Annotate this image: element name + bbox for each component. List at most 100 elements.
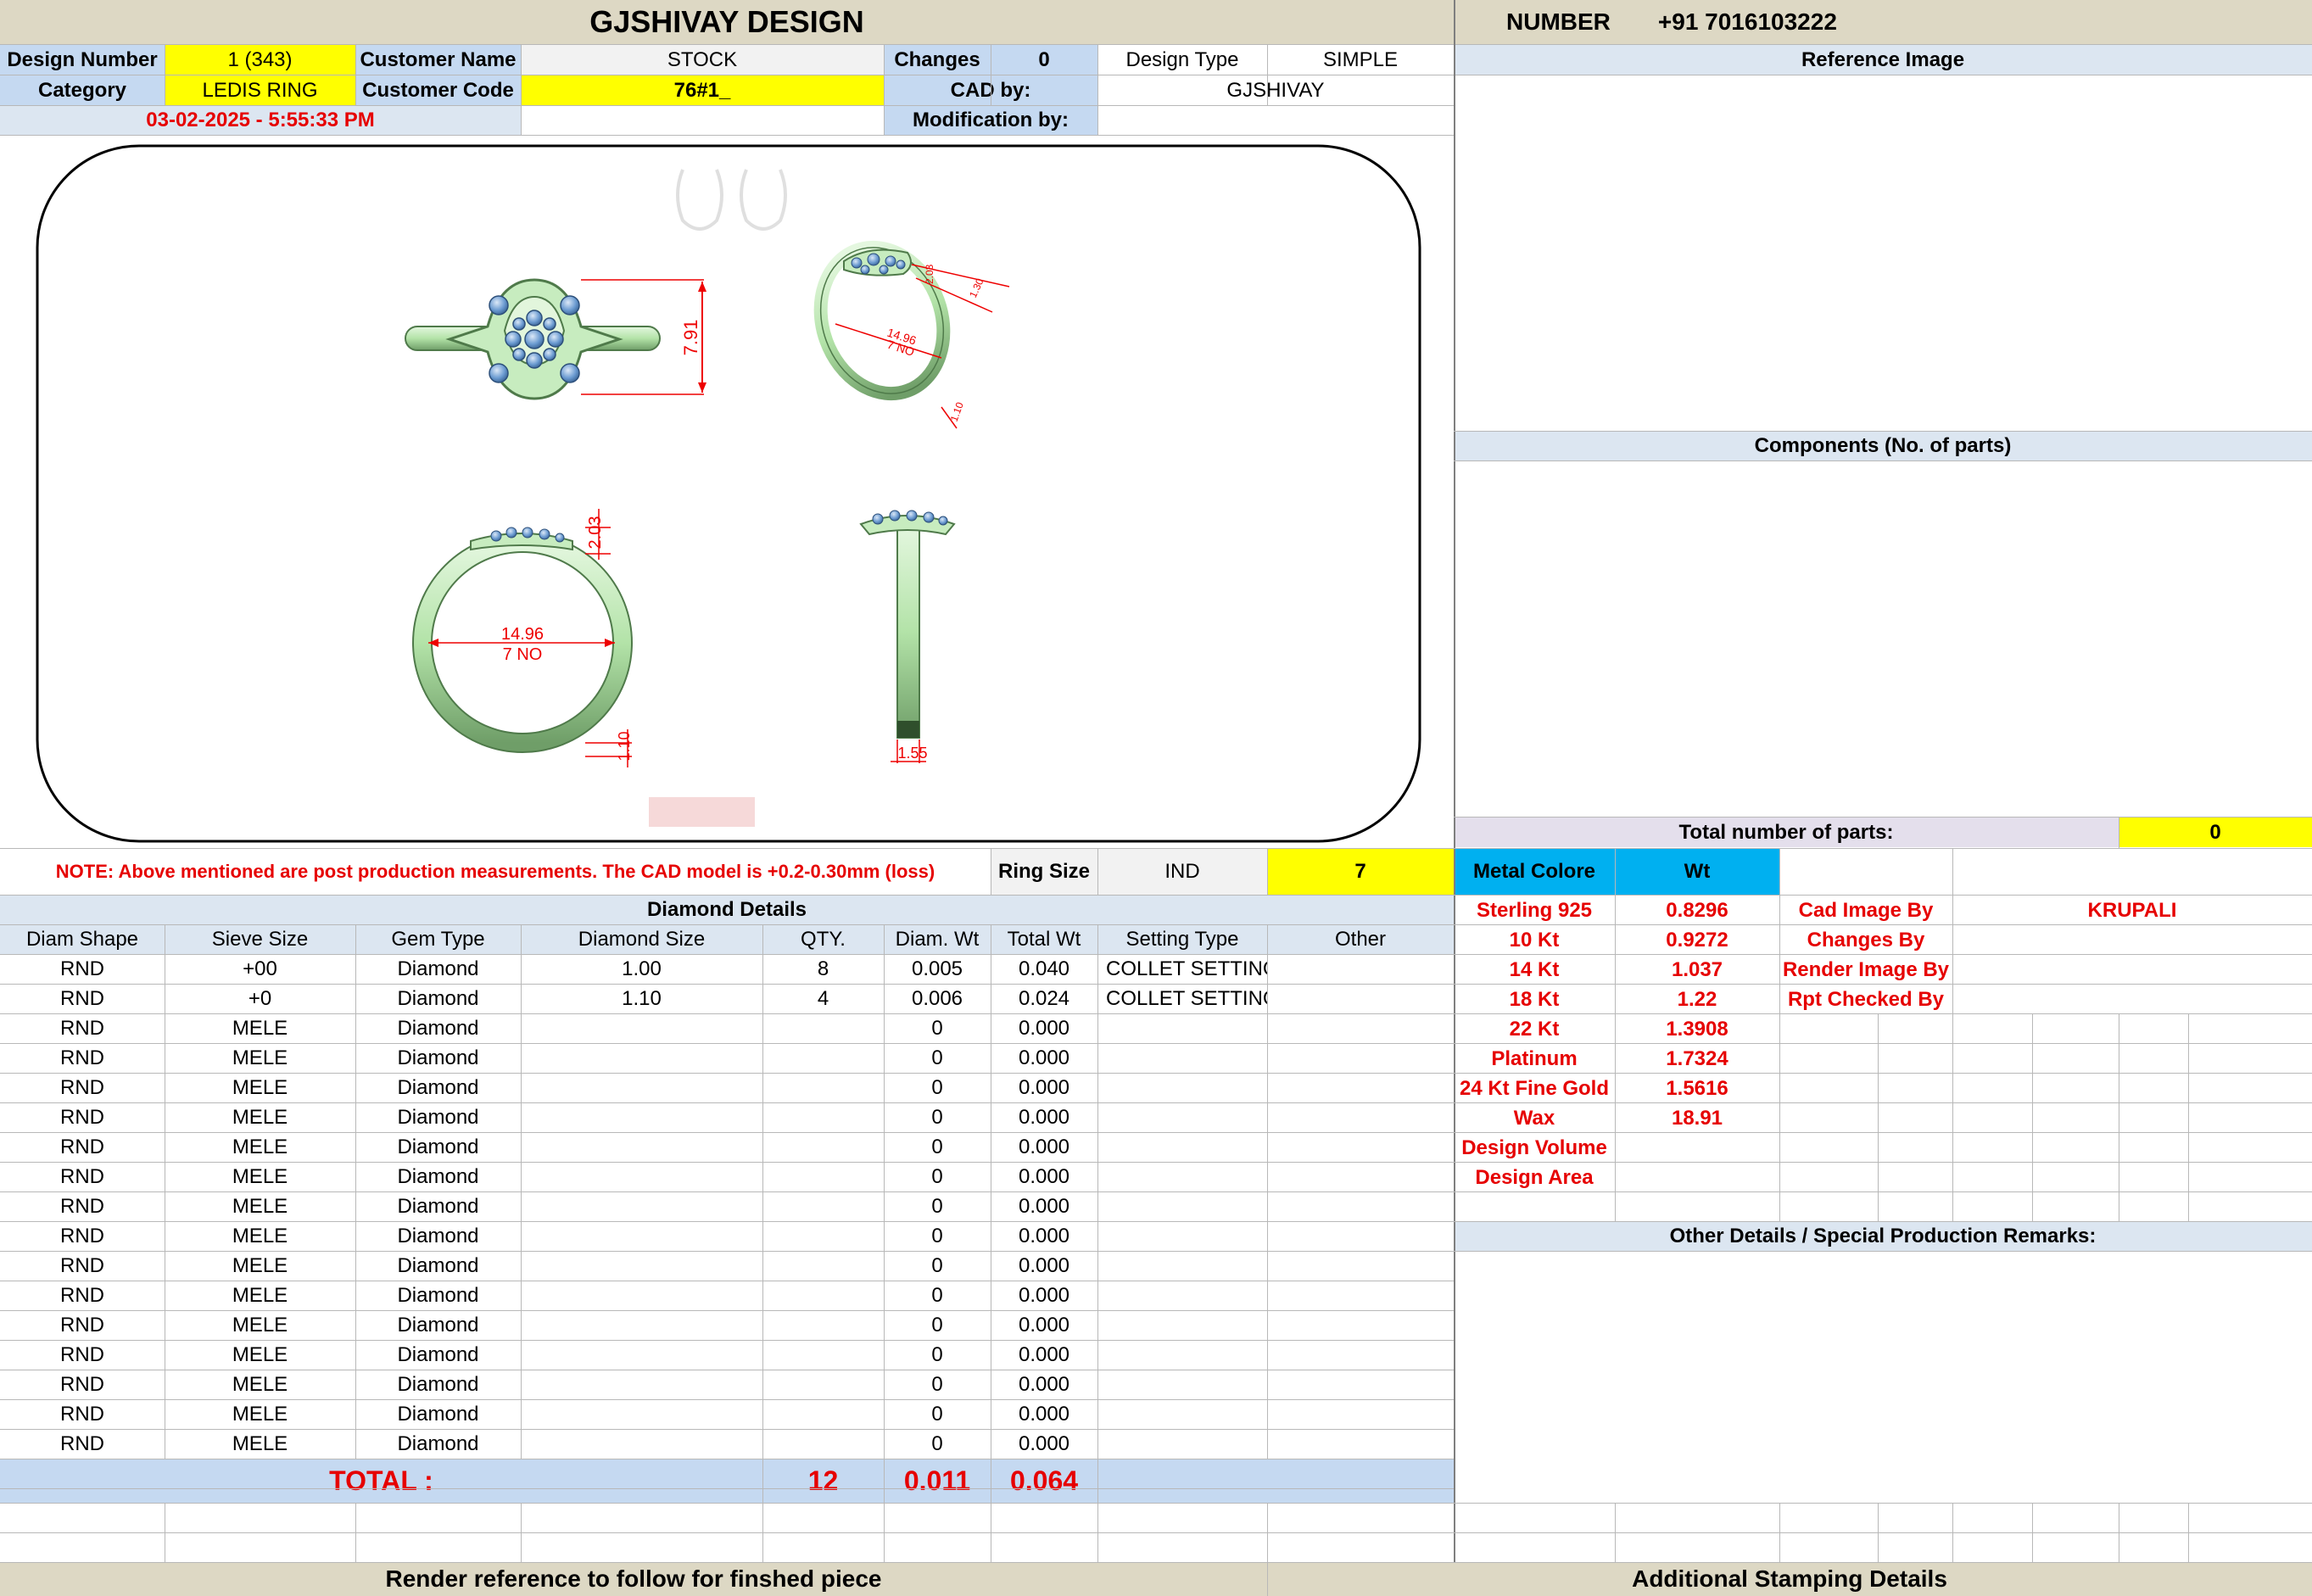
credit-value[interactable] bbox=[1952, 925, 2312, 955]
metal-weight[interactable]: 1.037 bbox=[1615, 955, 1779, 985]
metal-weight[interactable]: 18.91 bbox=[1615, 1103, 1779, 1133]
metal-weight[interactable]: 1.22 bbox=[1615, 985, 1779, 1014]
diamond-cell-diamond-size[interactable]: 1.00 bbox=[521, 954, 762, 984]
diamond-cell-other[interactable] bbox=[1267, 1340, 1454, 1370]
diamond-cell-sieve-size[interactable]: MELE bbox=[165, 1162, 355, 1191]
diamond-cell-setting-type[interactable] bbox=[1097, 1370, 1267, 1399]
diamond-cell-qty[interactable] bbox=[762, 1429, 884, 1459]
diamond-cell-sieve-size[interactable]: MELE bbox=[165, 1013, 355, 1043]
diamond-cell-gem-type[interactable]: Diamond bbox=[355, 1132, 521, 1162]
diamond-cell-diamond-size[interactable] bbox=[521, 1043, 762, 1073]
diamond-cell-qty[interactable] bbox=[762, 1013, 884, 1043]
diamond-cell-gem-type[interactable]: Diamond bbox=[355, 1310, 521, 1340]
diamond-cell-total-wt[interactable]: 0.000 bbox=[991, 1399, 1097, 1429]
modification-by-value[interactable] bbox=[1097, 106, 1454, 135]
diamond-cell-gem-type[interactable]: Diamond bbox=[355, 1013, 521, 1043]
diamond-cell-diam-shape[interactable]: RND bbox=[0, 1429, 165, 1459]
diamond-cell-diam-shape[interactable]: RND bbox=[0, 984, 165, 1013]
diamond-cell-gem-type[interactable]: Diamond bbox=[355, 1281, 521, 1310]
diamond-cell-sieve-size[interactable]: MELE bbox=[165, 1429, 355, 1459]
diamond-cell-qty[interactable] bbox=[762, 1043, 884, 1073]
diamond-cell-sieve-size[interactable]: MELE bbox=[165, 1132, 355, 1162]
diamond-cell-setting-type[interactable] bbox=[1097, 1340, 1267, 1370]
diamond-cell-gem-type[interactable]: Diamond bbox=[355, 1340, 521, 1370]
diamond-cell-other[interactable] bbox=[1267, 1043, 1454, 1073]
diamond-cell-sieve-size[interactable]: +00 bbox=[165, 954, 355, 984]
diamond-cell-diam-wt[interactable]: 0 bbox=[884, 1073, 991, 1102]
credit-value[interactable] bbox=[1952, 985, 2312, 1014]
category-value[interactable]: LEDIS RING bbox=[165, 75, 355, 105]
metal-weight[interactable] bbox=[1615, 1163, 1779, 1192]
diamond-cell-other[interactable] bbox=[1267, 954, 1454, 984]
metal-weight[interactable]: 0.9272 bbox=[1615, 925, 1779, 955]
diamond-cell-total-wt[interactable]: 0.000 bbox=[991, 1073, 1097, 1102]
diamond-cell-gem-type[interactable]: Diamond bbox=[355, 1370, 521, 1399]
diamond-cell-qty[interactable] bbox=[762, 1370, 884, 1399]
diamond-cell-diam-wt[interactable]: 0 bbox=[884, 1429, 991, 1459]
diamond-cell-diamond-size[interactable]: 1.10 bbox=[521, 984, 762, 1013]
metal-weight[interactable] bbox=[1615, 1133, 1779, 1163]
diamond-cell-diamond-size[interactable] bbox=[521, 1073, 762, 1102]
diamond-cell-sieve-size[interactable]: MELE bbox=[165, 1340, 355, 1370]
diamond-cell-setting-type[interactable] bbox=[1097, 1310, 1267, 1340]
diamond-cell-diam-wt[interactable]: 0 bbox=[884, 1310, 991, 1340]
diamond-cell-setting-type[interactable] bbox=[1097, 1102, 1267, 1132]
diamond-cell-diam-wt[interactable]: 0 bbox=[884, 1102, 991, 1132]
diamond-cell-diamond-size[interactable] bbox=[521, 1102, 762, 1132]
diamond-cell-total-wt[interactable]: 0.000 bbox=[991, 1251, 1097, 1281]
customer-name-value[interactable]: STOCK bbox=[521, 45, 884, 75]
diamond-cell-gem-type[interactable]: Diamond bbox=[355, 1191, 521, 1221]
diamond-cell-other[interactable] bbox=[1267, 1370, 1454, 1399]
diamond-cell-gem-type[interactable]: Diamond bbox=[355, 1043, 521, 1073]
diamond-cell-diamond-size[interactable] bbox=[521, 1162, 762, 1191]
diamond-cell-gem-type[interactable]: Diamond bbox=[355, 1399, 521, 1429]
diamond-cell-other[interactable] bbox=[1267, 1399, 1454, 1429]
diamond-cell-diam-wt[interactable]: 0 bbox=[884, 1281, 991, 1310]
diamond-cell-total-wt[interactable]: 0.000 bbox=[991, 1221, 1097, 1251]
diamond-cell-setting-type[interactable] bbox=[1097, 1251, 1267, 1281]
diamond-cell-setting-type[interactable]: COLLET SETTING bbox=[1097, 954, 1267, 984]
diamond-cell-diam-shape[interactable]: RND bbox=[0, 1013, 165, 1043]
diamond-cell-diam-shape[interactable]: RND bbox=[0, 1251, 165, 1281]
diamond-cell-other[interactable] bbox=[1267, 1073, 1454, 1102]
diamond-cell-diamond-size[interactable] bbox=[521, 1310, 762, 1340]
metal-weight[interactable]: 1.7324 bbox=[1615, 1044, 1779, 1074]
diamond-cell-setting-type[interactable] bbox=[1097, 1013, 1267, 1043]
diamond-cell-sieve-size[interactable]: +0 bbox=[165, 984, 355, 1013]
diamond-cell-sieve-size[interactable]: MELE bbox=[165, 1399, 355, 1429]
diamond-cell-diam-wt[interactable]: 0 bbox=[884, 1132, 991, 1162]
diamond-cell-other[interactable] bbox=[1267, 1310, 1454, 1340]
diamond-cell-setting-type[interactable] bbox=[1097, 1221, 1267, 1251]
diamond-cell-total-wt[interactable]: 0.000 bbox=[991, 1191, 1097, 1221]
diamond-cell-gem-type[interactable]: Diamond bbox=[355, 1221, 521, 1251]
customer-code-value[interactable]: 76#1_ bbox=[521, 75, 884, 105]
diamond-cell-diamond-size[interactable] bbox=[521, 1191, 762, 1221]
diamond-cell-total-wt[interactable]: 0.000 bbox=[991, 1162, 1097, 1191]
diamond-cell-other[interactable] bbox=[1267, 1221, 1454, 1251]
diamond-cell-other[interactable] bbox=[1267, 1191, 1454, 1221]
diamond-cell-other[interactable] bbox=[1267, 1162, 1454, 1191]
diamond-cell-diam-wt[interactable]: 0 bbox=[884, 1162, 991, 1191]
diamond-cell-qty[interactable] bbox=[762, 1073, 884, 1102]
changes-value[interactable]: 0 bbox=[991, 45, 1097, 75]
diamond-cell-setting-type[interactable]: COLLET SETTING bbox=[1097, 984, 1267, 1013]
diamond-cell-qty[interactable] bbox=[762, 1251, 884, 1281]
diamond-cell-qty[interactable] bbox=[762, 1162, 884, 1191]
diamond-cell-qty[interactable] bbox=[762, 1340, 884, 1370]
diamond-cell-diam-wt[interactable]: 0 bbox=[884, 1251, 991, 1281]
design-type-value[interactable]: SIMPLE bbox=[1267, 45, 1454, 75]
diamond-cell-diam-shape[interactable]: RND bbox=[0, 1191, 165, 1221]
diamond-cell-diamond-size[interactable] bbox=[521, 1340, 762, 1370]
diamond-cell-total-wt[interactable]: 0.000 bbox=[991, 1340, 1097, 1370]
diamond-cell-diam-wt[interactable]: 0.005 bbox=[884, 954, 991, 984]
diamond-cell-diam-wt[interactable]: 0 bbox=[884, 1399, 991, 1429]
diamond-cell-diam-wt[interactable]: 0 bbox=[884, 1191, 991, 1221]
diamond-cell-setting-type[interactable] bbox=[1097, 1399, 1267, 1429]
diamond-cell-setting-type[interactable] bbox=[1097, 1429, 1267, 1459]
diamond-cell-setting-type[interactable] bbox=[1097, 1132, 1267, 1162]
diamond-cell-total-wt[interactable]: 0.000 bbox=[991, 1043, 1097, 1073]
diamond-cell-setting-type[interactable] bbox=[1097, 1073, 1267, 1102]
diamond-cell-setting-type[interactable] bbox=[1097, 1162, 1267, 1191]
credit-value[interactable]: KRUPALI bbox=[1952, 896, 2312, 925]
diamond-cell-diamond-size[interactable] bbox=[521, 1429, 762, 1459]
